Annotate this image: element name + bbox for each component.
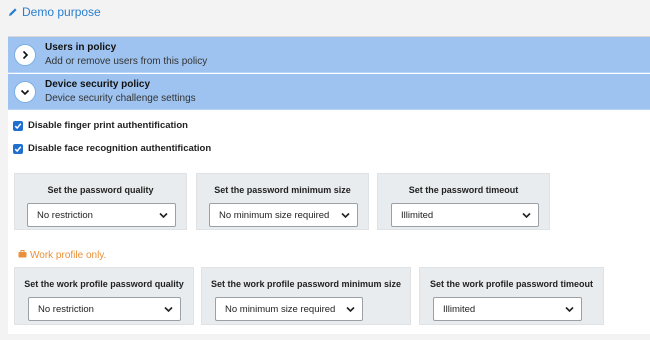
briefcase-icon (18, 250, 27, 261)
pencil-icon (8, 7, 18, 17)
chevron-down-icon (341, 212, 350, 219)
work-profile-note-label: Work profile only. (30, 250, 107, 261)
checkbox-disable-fingerprint[interactable]: Disable finger print authentification (13, 120, 188, 131)
accordion-title: Device security policy (45, 79, 151, 90)
password-timeout-select[interactable]: Illimited (391, 203, 539, 227)
select-value: Illimited (401, 209, 434, 221)
checkbox-disable-face-recognition[interactable]: Disable face recognition authentificatio… (13, 143, 211, 154)
work-profile-password-timeout-select[interactable]: Illimited (433, 297, 582, 321)
password-minimum-size-select[interactable]: No minimum size required (209, 203, 358, 227)
accordion-device-security-policy[interactable]: Device security policy Device security c… (8, 74, 650, 110)
chevron-right-icon (14, 44, 36, 66)
accordion-subtitle: Device security challenge settings (45, 93, 196, 104)
chevron-down-icon (565, 306, 574, 313)
accordion-title: Users in policy (45, 42, 117, 53)
demo-purpose-link[interactable]: Demo purpose (8, 5, 101, 19)
work-profile-password-quality-select[interactable]: No restriction (28, 297, 181, 321)
card-label: Set the password quality (47, 185, 154, 195)
card-label: Set the password timeout (408, 185, 519, 195)
demo-purpose-label: Demo purpose (22, 5, 101, 19)
checkbox-label: Disable finger print authentification (28, 120, 188, 131)
chevron-down-icon (346, 306, 355, 313)
password-quality-select[interactable]: No restriction (27, 203, 176, 227)
card-label: Set the work profile password timeout (429, 279, 594, 289)
chevron-down-icon (159, 212, 168, 219)
chevron-down-icon (14, 81, 36, 103)
page: Demo purpose Users in policy Add or remo… (0, 0, 650, 340)
work-profile-password-quality-card: Set the work profile password quality No… (14, 267, 194, 325)
select-value: No restriction (37, 209, 93, 221)
work-profile-password-minimum-size-card: Set the work profile password minimum si… (201, 267, 411, 325)
work-profile-password-timeout-card: Set the work profile password timeout Il… (419, 267, 604, 325)
select-value: No restriction (38, 303, 94, 315)
chevron-down-icon (164, 306, 173, 313)
select-value: Illimited (443, 303, 476, 315)
password-minimum-size-card: Set the password minimum size No minimum… (196, 173, 369, 230)
card-label: Set the password minimum size (214, 185, 351, 195)
policy-panel: Users in policy Add or remove users from… (8, 36, 650, 334)
password-timeout-card: Set the password timeout Illimited (377, 173, 550, 230)
select-value: No minimum size required (225, 303, 336, 315)
accordion-subtitle: Add or remove users from this policy (45, 56, 208, 67)
password-quality-card: Set the password quality No restriction (14, 173, 187, 230)
card-label: Set the work profile password minimum si… (210, 279, 402, 289)
top-bar: Demo purpose (0, 0, 650, 36)
chevron-down-icon (522, 212, 531, 219)
select-value: No minimum size required (219, 209, 330, 221)
work-profile-note: Work profile only. (18, 250, 106, 261)
card-label: Set the work profile password quality (24, 279, 184, 289)
accordion-users-in-policy[interactable]: Users in policy Add or remove users from… (8, 37, 650, 73)
checkbox-checked-icon[interactable] (13, 120, 23, 131)
work-profile-password-minimum-size-select[interactable]: No minimum size required (215, 297, 363, 321)
checkbox-label: Disable face recognition authentificatio… (28, 143, 212, 154)
checkbox-checked-icon[interactable] (13, 143, 23, 154)
